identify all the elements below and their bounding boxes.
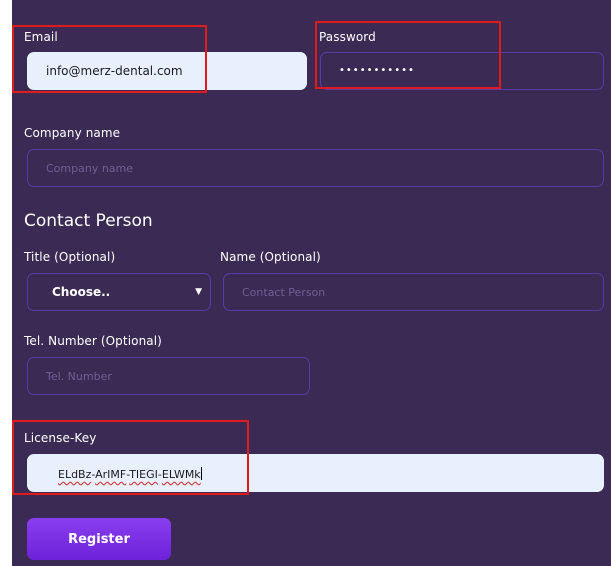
caret-down-icon: ▼ — [195, 287, 202, 297]
license-key-field[interactable]: ELdBz-ArIMF-TIEGI-ELWMk — [27, 454, 604, 492]
license-key-part: ArIMF — [95, 468, 127, 481]
tel-number-label: Tel. Number (Optional) — [24, 334, 162, 348]
license-key-part: ELWMk — [161, 468, 201, 481]
title-label: Title (Optional) — [24, 250, 116, 264]
password-field[interactable]: ••••••••••• — [320, 52, 604, 90]
license-key-value: ELdBz-ArIMF-TIEGI-ELWMk — [58, 467, 202, 481]
registration-form: Email Password ••••••••••• Company name … — [12, 0, 611, 566]
title-select-value: Choose.. — [52, 285, 111, 299]
contact-person-input[interactable] — [223, 273, 604, 311]
tel-number-input[interactable] — [27, 357, 310, 395]
company-name-input[interactable] — [27, 149, 604, 187]
password-label: Password — [319, 30, 376, 44]
email-field[interactable] — [27, 52, 307, 90]
license-key-part: ELdBz — [58, 468, 92, 481]
register-button[interactable]: Register — [27, 518, 171, 560]
email-label: Email — [24, 30, 58, 44]
name-label: Name (Optional) — [220, 250, 321, 264]
license-key-label: License-Key — [24, 431, 97, 445]
license-key-part: TIEGI — [129, 468, 158, 481]
company-name-label: Company name — [24, 126, 121, 140]
text-cursor — [200, 467, 202, 480]
contact-person-heading: Contact Person — [24, 211, 153, 231]
title-select[interactable]: Choose.. ▼ — [27, 273, 211, 311]
